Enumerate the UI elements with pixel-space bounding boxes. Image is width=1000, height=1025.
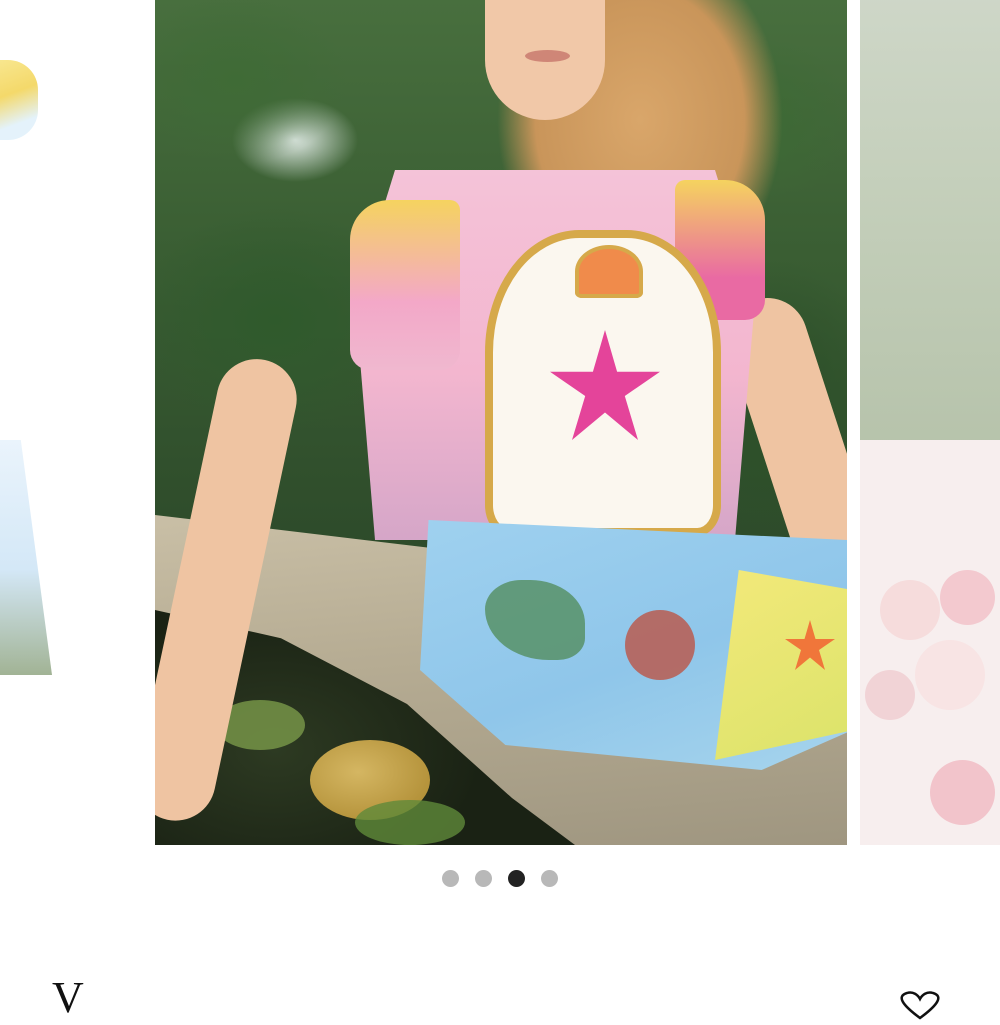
pagination-dot-4[interactable]	[541, 870, 558, 887]
ball	[915, 640, 985, 710]
product-image-carousel[interactable]	[0, 0, 1000, 845]
ball	[880, 580, 940, 640]
shell-motif	[575, 245, 643, 298]
brand-logo[interactable]: V	[52, 976, 86, 1020]
ball	[865, 670, 915, 720]
next-slide-image[interactable]	[860, 0, 1000, 845]
dress-fragment	[0, 60, 38, 140]
hedge-background	[860, 0, 1000, 440]
ball-pit	[860, 440, 1000, 845]
dress-fragment	[0, 440, 52, 675]
wishlist-button[interactable]	[895, 990, 945, 1020]
pagination-dot-3[interactable]	[508, 870, 525, 887]
pagination-dot-1[interactable]	[442, 870, 459, 887]
ball	[940, 570, 995, 625]
previous-slide-image[interactable]	[0, 0, 140, 845]
photo-scene	[155, 0, 847, 845]
main-product-image[interactable]	[155, 0, 847, 845]
coral-motif	[625, 610, 695, 680]
dress-sleeve	[350, 200, 460, 370]
pagination-dot-2[interactable]	[475, 870, 492, 887]
heart-icon	[900, 991, 940, 1020]
lily-pad	[355, 800, 465, 845]
model-lips	[525, 50, 570, 62]
ball	[930, 760, 995, 825]
carousel-pagination	[0, 870, 1000, 890]
